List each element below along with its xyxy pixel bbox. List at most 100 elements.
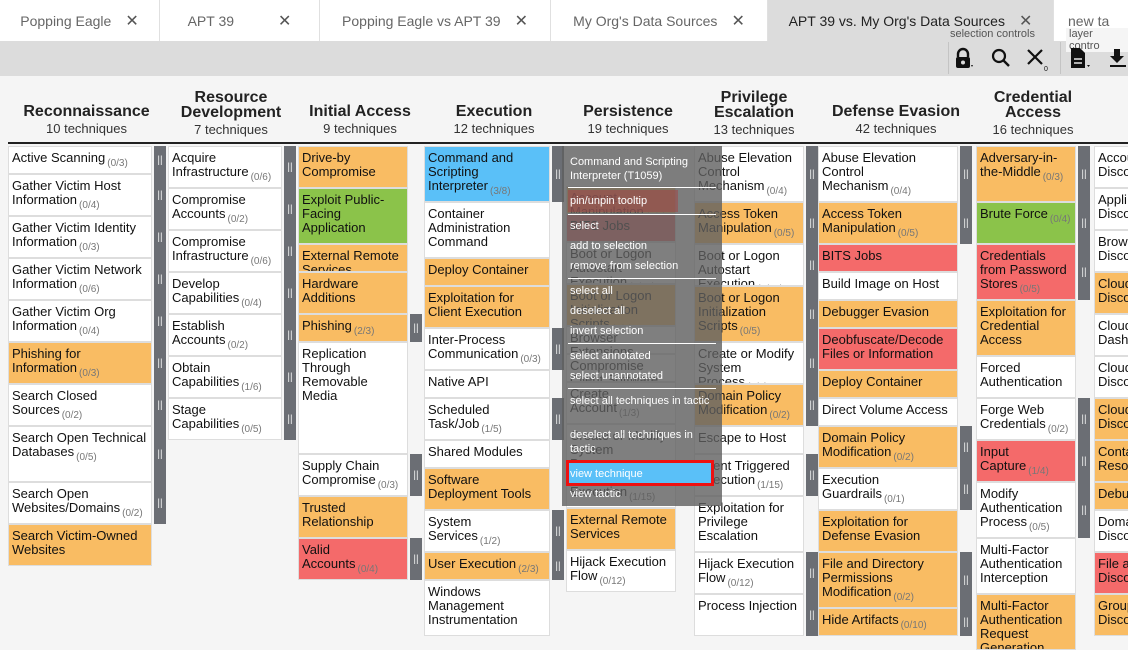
expand-subtechniques-handle[interactable]: || bbox=[154, 216, 166, 258]
technique-cell[interactable]: Hijack Execution Flow (0/12) bbox=[566, 550, 676, 592]
technique-cell[interactable]: Doma Disco bbox=[1094, 510, 1128, 552]
expand-subtechniques-handle[interactable]: || bbox=[410, 454, 422, 496]
technique-cell[interactable]: Phishing for Information (0/3) bbox=[8, 342, 152, 384]
technique-cell[interactable]: Phishing (2/3) bbox=[298, 314, 408, 342]
menu-item-view-tactic[interactable]: view tactic bbox=[570, 487, 621, 501]
technique-cell[interactable]: System Services (1/2) bbox=[424, 510, 550, 552]
technique-cell[interactable]: Cloud Disco bbox=[1094, 398, 1128, 440]
menu-item-select-annotated[interactable]: select annotated bbox=[570, 349, 651, 363]
expand-subtechniques-handle[interactable]: || bbox=[1078, 482, 1090, 538]
technique-cell[interactable]: Debugger Evasion bbox=[818, 300, 958, 328]
technique-cell[interactable]: Search Victim-Owned Websites bbox=[8, 524, 152, 566]
expand-subtechniques-handle[interactable]: || bbox=[1078, 244, 1090, 300]
technique-cell[interactable]: Develop Capabilities (0/4) bbox=[168, 272, 282, 314]
expand-subtechniques-handle[interactable]: || bbox=[410, 314, 422, 342]
technique-cell[interactable]: Conta Resou bbox=[1094, 440, 1128, 482]
technique-cell[interactable]: Exploitation for Defense Evasion bbox=[818, 510, 958, 552]
technique-cell[interactable]: BITS Jobs bbox=[818, 244, 958, 272]
technique-cell[interactable]: Deploy Container bbox=[818, 370, 958, 398]
technique-cell[interactable]: Obtain Capabilities (1/6) bbox=[168, 356, 282, 398]
expand-subtechniques-handle[interactable]: || bbox=[960, 552, 972, 608]
technique-cell[interactable]: Cloud Disco bbox=[1094, 272, 1128, 314]
technique-cell[interactable]: External Remote Services bbox=[298, 244, 408, 272]
technique-cell[interactable]: External Remote Services bbox=[566, 508, 676, 550]
expand-subtechniques-handle[interactable]: || bbox=[806, 594, 818, 636]
expand-subtechniques-handle[interactable]: || bbox=[154, 300, 166, 342]
technique-cell[interactable]: Drive-by Compromise bbox=[298, 146, 408, 188]
technique-cell[interactable]: Deobfuscate/Decode Files or Information bbox=[818, 328, 958, 370]
expand-subtechniques-handle[interactable]: || bbox=[154, 426, 166, 482]
expand-subtechniques-handle[interactable]: || bbox=[284, 314, 296, 356]
expand-subtechniques-handle[interactable]: || bbox=[284, 272, 296, 314]
technique-cell[interactable]: Establish Accounts (0/2) bbox=[168, 314, 282, 356]
menu-item-select-all-in-tactic[interactable]: select all techniques in tactic bbox=[570, 394, 710, 408]
expand-subtechniques-handle[interactable]: || bbox=[154, 174, 166, 216]
technique-cell[interactable]: Search Open Technical Databases (0/5) bbox=[8, 426, 152, 482]
menu-item-view-technique[interactable]: view technique bbox=[570, 467, 643, 481]
technique-cell[interactable]: File a Disco bbox=[1094, 552, 1128, 594]
expand-subtechniques-handle[interactable]: || bbox=[154, 146, 166, 174]
expand-subtechniques-handle[interactable]: || bbox=[806, 202, 818, 244]
tactic-header-persistence[interactable]: Persistence 19 techniques bbox=[566, 104, 690, 137]
technique-cell[interactable]: Process Injection bbox=[694, 594, 804, 636]
technique-cell[interactable]: Brute Force (0/4) bbox=[976, 202, 1076, 244]
expand-subtechniques-handle[interactable]: || bbox=[154, 482, 166, 524]
technique-cell[interactable]: Gather Victim Identity Information (0/3) bbox=[8, 216, 152, 258]
technique-cell[interactable]: Abuse Elevation Control Mechanism(0/4) bbox=[818, 146, 958, 202]
expand-subtechniques-handle[interactable]: || bbox=[806, 244, 818, 286]
technique-cell[interactable]: File and Directory Permissions Modificat… bbox=[818, 552, 958, 608]
technique-cell[interactable]: Gather Victim Host Information (0/4) bbox=[8, 174, 152, 216]
technique-cell[interactable]: Build Image on Host bbox=[818, 272, 958, 300]
technique-cell[interactable]: Inter-Process Communication (0/3) bbox=[424, 328, 550, 370]
expand-subtechniques-handle[interactable]: || bbox=[154, 258, 166, 300]
tactic-header-resource-development[interactable]: Resource Development 7 techniques bbox=[168, 90, 294, 138]
technique-cell[interactable]: Search Closed Sources (0/2) bbox=[8, 384, 152, 426]
expand-subtechniques-handle[interactable]: || bbox=[552, 510, 564, 552]
menu-item-select-all[interactable]: select all bbox=[570, 284, 613, 298]
technique-cell[interactable]: Exploitation for Credential Access bbox=[976, 300, 1076, 356]
technique-cell[interactable]: Cloud Disco bbox=[1094, 356, 1128, 398]
technique-cell[interactable]: Input Capture (1/4) bbox=[976, 440, 1076, 482]
menu-item-deselect-all-in-tactic[interactable]: deselect all techniques in tactic bbox=[570, 428, 720, 456]
technique-cell[interactable]: Adversary-in-the-Middle (0/3) bbox=[976, 146, 1076, 202]
expand-subtechniques-handle[interactable]: || bbox=[284, 230, 296, 272]
menu-item-add-to-selection[interactable]: add to selection bbox=[570, 239, 647, 253]
expand-subtechniques-handle[interactable]: || bbox=[284, 398, 296, 440]
technique-cell[interactable]: Modify Authentication Process (0/5) bbox=[976, 482, 1076, 538]
technique-cell[interactable]: Replication Through Removable Media bbox=[298, 342, 408, 454]
expand-subtechniques-handle[interactable]: || bbox=[1078, 398, 1090, 440]
technique-cell[interactable]: Hide Artifacts (0/10) bbox=[818, 608, 958, 636]
menu-item-deselect-all[interactable]: deselect all bbox=[570, 304, 625, 318]
technique-cell[interactable]: Stage Capabilities (0/5) bbox=[168, 398, 282, 440]
technique-cell[interactable]: Compromise Infrastructure (0/6) bbox=[168, 230, 282, 272]
technique-cell[interactable]: Active Scanning (0/3) bbox=[8, 146, 152, 174]
search-icon[interactable] bbox=[990, 47, 1012, 74]
expand-subtechniques-handle[interactable]: || bbox=[806, 146, 818, 202]
expand-subtechniques-handle[interactable]: || bbox=[960, 426, 972, 468]
technique-cell[interactable]: Direct Volume Access bbox=[818, 398, 958, 426]
expand-subtechniques-handle[interactable]: || bbox=[806, 342, 818, 384]
technique-cell[interactable]: Compromise Accounts (0/2) bbox=[168, 188, 282, 230]
technique-cell[interactable]: Deploy Container bbox=[424, 258, 550, 286]
layer-file-icon[interactable] bbox=[1068, 47, 1092, 74]
menu-item-pin-tooltip[interactable]: pin/unpin tooltip bbox=[570, 194, 647, 208]
technique-cell[interactable]: Exploit Public-Facing Application bbox=[298, 188, 408, 244]
close-icon[interactable]: ✕ bbox=[731, 11, 744, 31]
technique-cell[interactable]: Gather Victim Org Information (0/4) bbox=[8, 300, 152, 342]
technique-cell[interactable]: Access Token Manipulation (0/5) bbox=[818, 202, 958, 244]
expand-subtechniques-handle[interactable]: || bbox=[410, 538, 422, 580]
expand-subtechniques-handle[interactable]: || bbox=[284, 188, 296, 230]
tab-my-org-data-sources[interactable]: My Org's Data Sources ✕ bbox=[551, 0, 768, 41]
technique-cell[interactable]: Acquire Infrastructure (0/6) bbox=[168, 146, 282, 188]
tactic-header-credential-access[interactable]: Credential Access 16 techniques bbox=[976, 90, 1090, 138]
technique-cell[interactable]: Software Deployment Tools bbox=[424, 468, 550, 510]
technique-cell[interactable]: Windows Management Instrumentation bbox=[424, 580, 550, 636]
tactic-header-defense-evasion[interactable]: Defense Evasion 42 techniques bbox=[818, 104, 974, 137]
lock-icon[interactable] bbox=[952, 47, 974, 74]
tab-apt39[interactable]: APT 39 ✕ bbox=[160, 0, 320, 41]
technique-cell[interactable]: Brows Disco bbox=[1094, 230, 1128, 272]
expand-subtechniques-handle[interactable]: || bbox=[1078, 146, 1090, 202]
technique-cell[interactable]: Shared Modules bbox=[424, 440, 550, 468]
technique-cell[interactable]: User Execution (2/3) bbox=[424, 552, 550, 580]
technique-cell[interactable]: Supply Chain Compromise (0/3) bbox=[298, 454, 408, 496]
